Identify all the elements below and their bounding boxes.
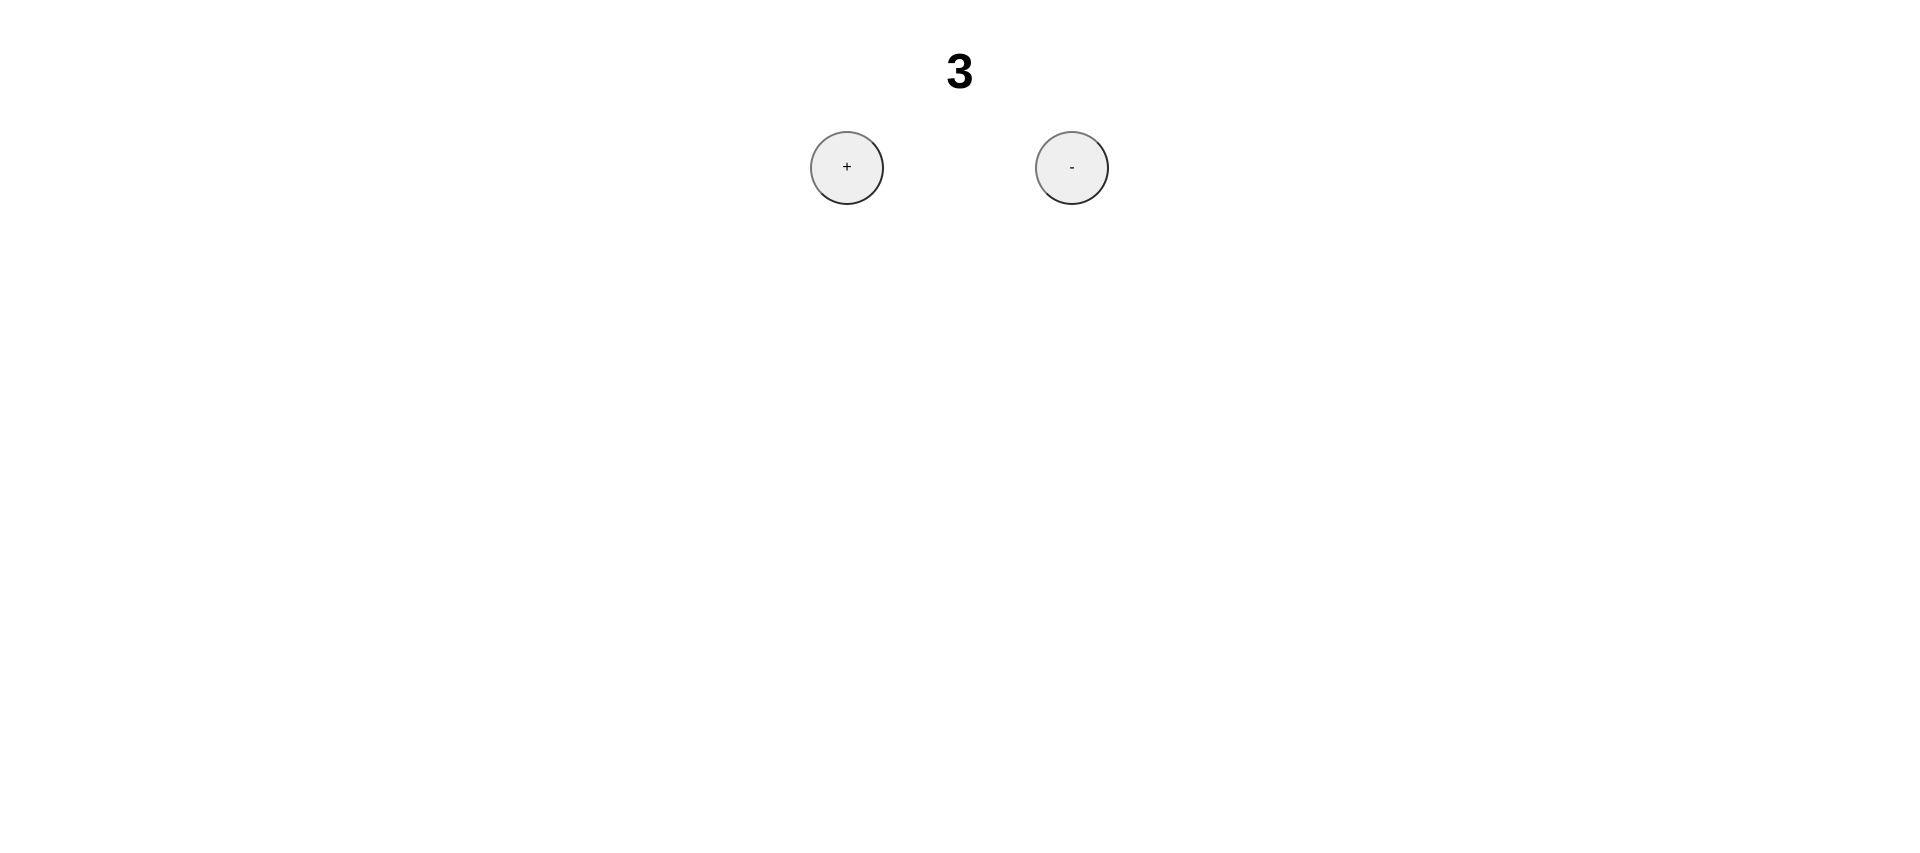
increment-button[interactable]: + (810, 131, 884, 205)
minus-icon: - (1069, 159, 1075, 176)
counter-value: 3 (946, 45, 974, 99)
counter-page: 3 + - (0, 0, 1920, 853)
plus-icon: + (842, 159, 852, 176)
decrement-button[interactable]: - (1035, 131, 1109, 205)
